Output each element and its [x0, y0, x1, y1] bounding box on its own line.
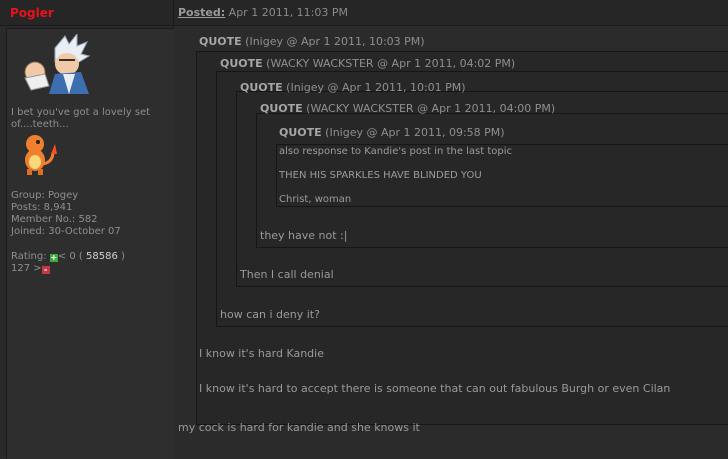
user-member-no: Member No.: 582 [11, 214, 98, 225]
innermost-line-3: Christ, woman [279, 194, 352, 205]
quote-label-2: QUOTE [220, 57, 263, 70]
user-details: I bet you've got a lovely set of....teet… [6, 28, 174, 459]
rating-value: 58586 [86, 251, 118, 262]
post-body: QUOTE (Inigey @ Apr 1 2011, 10:03 PM) QU… [174, 27, 728, 458]
quote-header-5: QUOTE (Inigey @ Apr 1 2011, 09:58 PM) [279, 126, 505, 139]
quote-header-2: QUOTE (WACKY WACKSTER @ Apr 1 2011, 04:0… [220, 57, 515, 70]
plus-icon[interactable]: + [49, 254, 58, 262]
user-group: Group: Pogey [11, 190, 79, 201]
post-main-text: my cock is hard for kandie and she knows… [178, 421, 420, 434]
user-rating: Rating: +< 0 ( 58586 ) 127 > - [11, 251, 125, 275]
posted-date: Apr 1 2011, 11:03 PM [228, 6, 349, 19]
user-posts: Posts: 8,941 [11, 202, 73, 213]
quote-header-1: QUOTE (Inigey @ Apr 1 2011, 10:03 PM) [199, 35, 425, 48]
posted-label[interactable]: Posted: [178, 6, 225, 19]
post-header: Posted: Apr 1 2011, 11:03 PM [174, 0, 728, 26]
quote-meta-4: (WACKY WACKSTER @ Apr 1 2011, 04:00 PM) [306, 102, 556, 115]
rating-mid: < 0 ( [57, 251, 83, 262]
user-joined: Joined: 30-October 07 [11, 226, 121, 237]
user-stats: Group: Pogey Posts: 8,941 Member No.: 58… [11, 190, 121, 238]
pet-sprite [25, 135, 57, 175]
reply-level-1b: I know it's hard to accept there is some… [199, 382, 671, 395]
reply-level-2: how can i deny it? [220, 308, 320, 321]
quote-label-5: QUOTE [279, 126, 322, 139]
quote-meta-1: (Inigey @ Apr 1 2011, 10:03 PM) [245, 35, 425, 48]
avatar [24, 34, 91, 94]
quote-meta-3: (Inigey @ Apr 1 2011, 10:01 PM) [286, 81, 466, 94]
quote-meta-2: (WACKY WACKSTER @ Apr 1 2011, 04:02 PM) [266, 57, 516, 70]
quote-label-4: QUOTE [260, 102, 303, 115]
quote-header-4: QUOTE (WACKY WACKSTER @ Apr 1 2011, 04:0… [260, 102, 555, 115]
innermost-line-2: THEN HIS SPARKLES HAVE BLINDED YOU [279, 170, 482, 181]
user-info-panel: Pogler I bet you've got a lovely set of.… [0, 0, 174, 459]
rating-close: ) [121, 251, 125, 262]
quote-label-3: QUOTE [240, 81, 283, 94]
reply-level-3: Then I call denial [240, 268, 334, 281]
username[interactable]: Pogler [0, 0, 173, 26]
minus-icon[interactable]: - [41, 266, 50, 274]
rating-line2: 127 > [11, 263, 42, 274]
quote-meta-5: (Inigey @ Apr 1 2011, 09:58 PM) [325, 126, 505, 139]
user-title: I bet you've got a lovely set of....teet… [11, 107, 151, 130]
reply-level-1a: I know it's hard Kandie [199, 347, 324, 360]
quote-header-3: QUOTE (Inigey @ Apr 1 2011, 10:01 PM) [240, 81, 466, 94]
quote-label-1: QUOTE [199, 35, 242, 48]
reply-level-4: they have not :| [260, 229, 348, 242]
rating-label: Rating: [11, 251, 47, 262]
innermost-line-1: also response to Kandie's post in the la… [279, 146, 513, 157]
